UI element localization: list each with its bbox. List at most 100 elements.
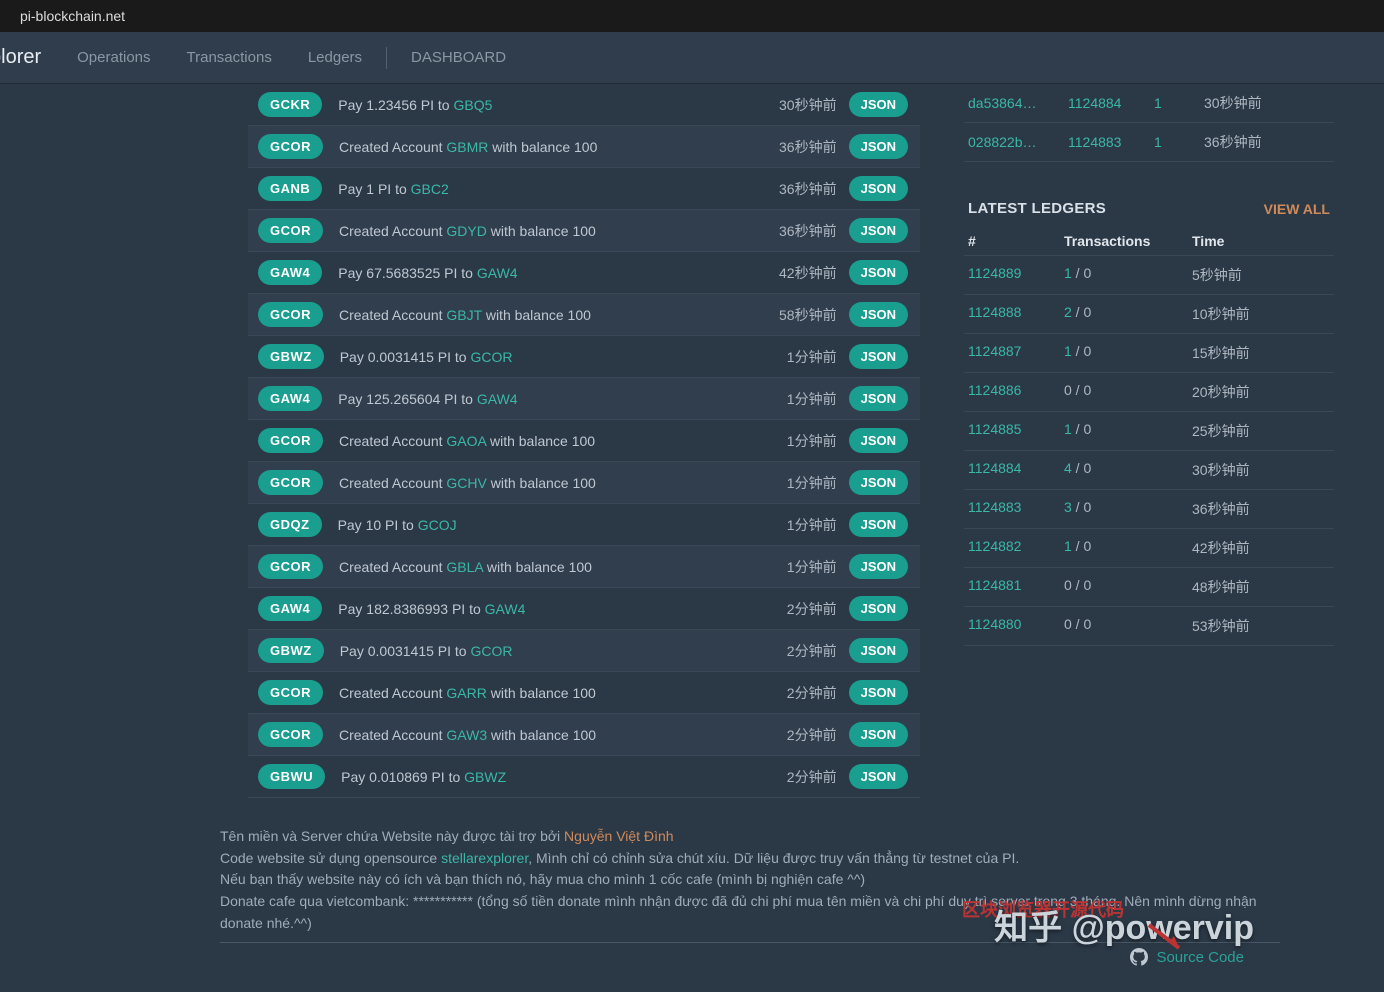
ledger-row: 11248871 / 015秒钟前 xyxy=(964,334,1334,373)
operation-description: Created Account GAOA with balance 100 xyxy=(339,433,759,449)
account-badge[interactable]: GCOR xyxy=(258,428,323,453)
json-button[interactable]: JSON xyxy=(849,638,908,663)
target-account-link[interactable]: GAW3 xyxy=(446,727,487,743)
tx-ledger-link[interactable]: 1124883 xyxy=(1068,134,1154,150)
account-badge[interactable]: GCOR xyxy=(258,722,323,747)
json-button[interactable]: JSON xyxy=(849,554,908,579)
operation-time: 58秒钟前 xyxy=(759,305,849,325)
tx-hash-link[interactable]: da53864… xyxy=(968,95,1068,111)
target-account-link[interactable]: GARR xyxy=(446,685,486,701)
json-button[interactable]: JSON xyxy=(849,596,908,621)
target-account-link[interactable]: GCOR xyxy=(470,349,512,365)
operation-time: 2分钟前 xyxy=(759,683,849,703)
target-account-link[interactable]: GBC2 xyxy=(411,181,449,197)
ledger-tx-link[interactable]: 3 xyxy=(1064,499,1072,515)
ledger-tx-link[interactable]: 1 xyxy=(1064,265,1072,281)
ledger-num-link[interactable]: 1124883 xyxy=(968,499,1064,519)
target-account-link[interactable]: GBWZ xyxy=(464,769,506,785)
json-button[interactable]: JSON xyxy=(849,386,908,411)
json-button[interactable]: JSON xyxy=(849,470,908,495)
ledger-time: 42秒钟前 xyxy=(1192,538,1330,558)
target-account-link[interactable]: GAW4 xyxy=(485,601,526,617)
ledger-num-link[interactable]: 1124880 xyxy=(968,616,1064,636)
latest-ledgers-title: LATEST LEDGERS xyxy=(968,200,1106,217)
tx-ledger-link[interactable]: 1124884 xyxy=(1068,95,1154,111)
ledger-tx-link[interactable]: 1 xyxy=(1064,538,1072,554)
brand[interactable]: plorer xyxy=(0,46,59,69)
operation-time: 1分钟前 xyxy=(759,431,849,451)
account-badge[interactable]: GCOR xyxy=(258,134,323,159)
ledger-time: 48秒钟前 xyxy=(1192,577,1330,597)
nav-transactions[interactable]: Transactions xyxy=(169,49,290,66)
ledger-num-link[interactable]: 1124882 xyxy=(968,538,1064,558)
account-badge[interactable]: GBWZ xyxy=(258,344,324,369)
stellarexplorer-link[interactable]: stellarexplorer xyxy=(441,850,528,866)
account-badge[interactable]: GCOR xyxy=(258,218,323,243)
ledger-time: 53秒钟前 xyxy=(1192,616,1330,636)
ledger-tx-count: 1 / 0 xyxy=(1064,538,1192,558)
target-account-link[interactable]: GBQ5 xyxy=(453,97,492,113)
json-button[interactable]: JSON xyxy=(849,344,908,369)
account-badge[interactable]: GCOR xyxy=(258,554,323,579)
json-button[interactable]: JSON xyxy=(849,92,908,117)
target-account-link[interactable]: GCHV xyxy=(446,475,486,491)
account-badge[interactable]: GAW4 xyxy=(258,596,322,621)
target-account-link[interactable]: GAW4 xyxy=(477,391,518,407)
sponsor-link[interactable]: Nguyễn Việt Đình xyxy=(564,828,673,844)
ledger-num-link[interactable]: 1124888 xyxy=(968,304,1064,324)
account-badge[interactable]: GBWZ xyxy=(258,638,324,663)
json-button[interactable]: JSON xyxy=(849,302,908,327)
account-badge[interactable]: GAW4 xyxy=(258,260,322,285)
target-account-link[interactable]: GBJT xyxy=(446,307,482,323)
target-account-link[interactable]: GDYD xyxy=(446,223,486,239)
account-badge[interactable]: GCOR xyxy=(258,470,323,495)
ledger-tx-link[interactable]: 4 xyxy=(1064,460,1072,476)
json-button[interactable]: JSON xyxy=(849,218,908,243)
tx-hash-link[interactable]: 028822b… xyxy=(968,134,1068,150)
col-num: # xyxy=(968,233,1064,249)
json-button[interactable]: JSON xyxy=(849,722,908,747)
ledger-tx-link[interactable]: 1 xyxy=(1064,421,1072,437)
target-account-link[interactable]: GAOA xyxy=(446,433,486,449)
target-account-link[interactable]: GCOR xyxy=(470,643,512,659)
ledger-num-link[interactable]: 1124885 xyxy=(968,421,1064,441)
json-button[interactable]: JSON xyxy=(849,428,908,453)
source-code-link[interactable]: Source Code xyxy=(1130,948,1244,966)
source-code-label: Source Code xyxy=(1156,949,1244,966)
ledger-row: 11248882 / 010秒钟前 xyxy=(964,295,1334,334)
ledger-num-link[interactable]: 1124887 xyxy=(968,343,1064,363)
operation-row: GCOR Created Account GAOA with balance 10… xyxy=(248,420,920,462)
nav-operations[interactable]: Operations xyxy=(59,49,168,66)
account-badge[interactable]: GAW4 xyxy=(258,386,322,411)
tx-ops-link[interactable]: 1 xyxy=(1154,134,1204,150)
target-account-link[interactable]: GAW4 xyxy=(477,265,518,281)
json-button[interactable]: JSON xyxy=(849,764,908,789)
target-account-link[interactable]: GBMR xyxy=(446,139,488,155)
nav-dashboard[interactable]: DASHBOARD xyxy=(393,49,524,66)
account-badge[interactable]: GCKR xyxy=(258,92,322,117)
json-button[interactable]: JSON xyxy=(849,512,908,537)
view-all-link[interactable]: VIEW ALL xyxy=(1264,201,1330,217)
ledger-num-link[interactable]: 1124881 xyxy=(968,577,1064,597)
account-badge[interactable]: GBWU xyxy=(258,764,325,789)
target-account-link[interactable]: GCOJ xyxy=(418,517,457,533)
json-button[interactable]: JSON xyxy=(849,134,908,159)
github-icon xyxy=(1130,948,1148,966)
tx-ops-link[interactable]: 1 xyxy=(1154,95,1204,111)
ledger-num-link[interactable]: 1124884 xyxy=(968,460,1064,480)
account-badge[interactable]: GDQZ xyxy=(258,512,322,537)
account-badge[interactable]: GCOR xyxy=(258,680,323,705)
ledger-num-link[interactable]: 1124886 xyxy=(968,382,1064,402)
json-button[interactable]: JSON xyxy=(849,176,908,201)
target-account-link[interactable]: GBLA xyxy=(446,559,483,575)
json-button[interactable]: JSON xyxy=(849,260,908,285)
account-badge[interactable]: GANB xyxy=(258,176,322,201)
nav-ledgers[interactable]: Ledgers xyxy=(290,49,380,66)
operation-time: 36秒钟前 xyxy=(759,221,849,241)
ledger-num-link[interactable]: 1124889 xyxy=(968,265,1064,285)
account-badge[interactable]: GCOR xyxy=(258,302,323,327)
json-button[interactable]: JSON xyxy=(849,680,908,705)
operations-list: GCKRPay 1.23456 PI to GBQ530秒钟前JSONGCORC… xyxy=(248,84,920,798)
ledger-tx-link[interactable]: 2 xyxy=(1064,304,1072,320)
ledger-tx-link[interactable]: 1 xyxy=(1064,343,1072,359)
